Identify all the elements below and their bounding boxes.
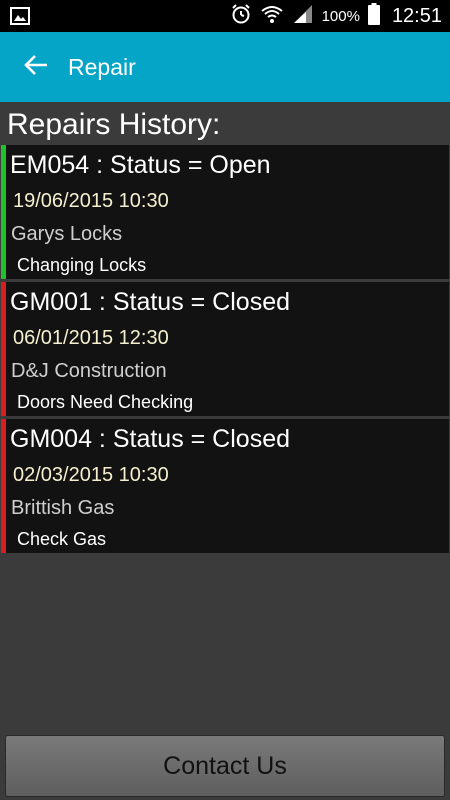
clock: 12:51 — [391, 4, 442, 27]
wifi-icon — [260, 4, 284, 29]
repair-datetime: 06/01/2015 12:30 — [13, 327, 169, 349]
page-title: Repairs History: — [7, 108, 221, 141]
repair-item[interactable]: EM054 : Status = Open 19/06/2015 10:30 G… — [1, 145, 449, 279]
repair-description: Changing Locks — [17, 255, 147, 275]
repair-description: Doors Need Checking — [17, 392, 194, 412]
arrow-left-icon — [23, 54, 49, 81]
repair-company: D&J Construction — [11, 360, 167, 382]
battery-percent: 100% — [321, 7, 360, 25]
status-bar: 100% 12:51 — [0, 0, 450, 32]
repair-heading: GM004 : Status = Closed — [10, 425, 291, 453]
back-button[interactable] — [10, 41, 62, 93]
status-indicator — [1, 282, 6, 416]
screen: 100% 12:51 Repair Repairs History: EM054… — [0, 0, 450, 800]
repair-datetime: 02/03/2015 10:30 — [13, 464, 169, 486]
repair-heading: EM054 : Status = Open — [10, 151, 271, 179]
battery-icon — [367, 2, 380, 30]
repairs-list: EM054 : Status = Open 19/06/2015 10:30 G… — [1, 145, 449, 556]
status-indicator — [1, 145, 6, 279]
image-icon — [10, 7, 30, 25]
repair-datetime: 19/06/2015 10:30 — [13, 190, 169, 212]
repair-description: Check Gas — [17, 529, 107, 549]
repair-heading: GM001 : Status = Closed — [10, 288, 291, 316]
repair-item[interactable]: GM004 : Status = Closed 02/03/2015 10:30… — [1, 419, 449, 553]
status-indicator — [1, 419, 6, 553]
repair-company: Garys Locks — [11, 223, 123, 245]
app-bar-title: Repair — [68, 53, 136, 80]
repair-item[interactable]: GM001 : Status = Closed 06/01/2015 12:30… — [1, 282, 449, 416]
repair-company: Brittish Gas — [11, 497, 115, 519]
app-bar: Repair — [0, 32, 450, 102]
status-icons: 100% 12:51 — [230, 0, 442, 32]
contact-us-button[interactable]: Contact Us — [5, 735, 445, 797]
signal-icon — [292, 4, 314, 29]
alarm-icon — [230, 3, 252, 30]
